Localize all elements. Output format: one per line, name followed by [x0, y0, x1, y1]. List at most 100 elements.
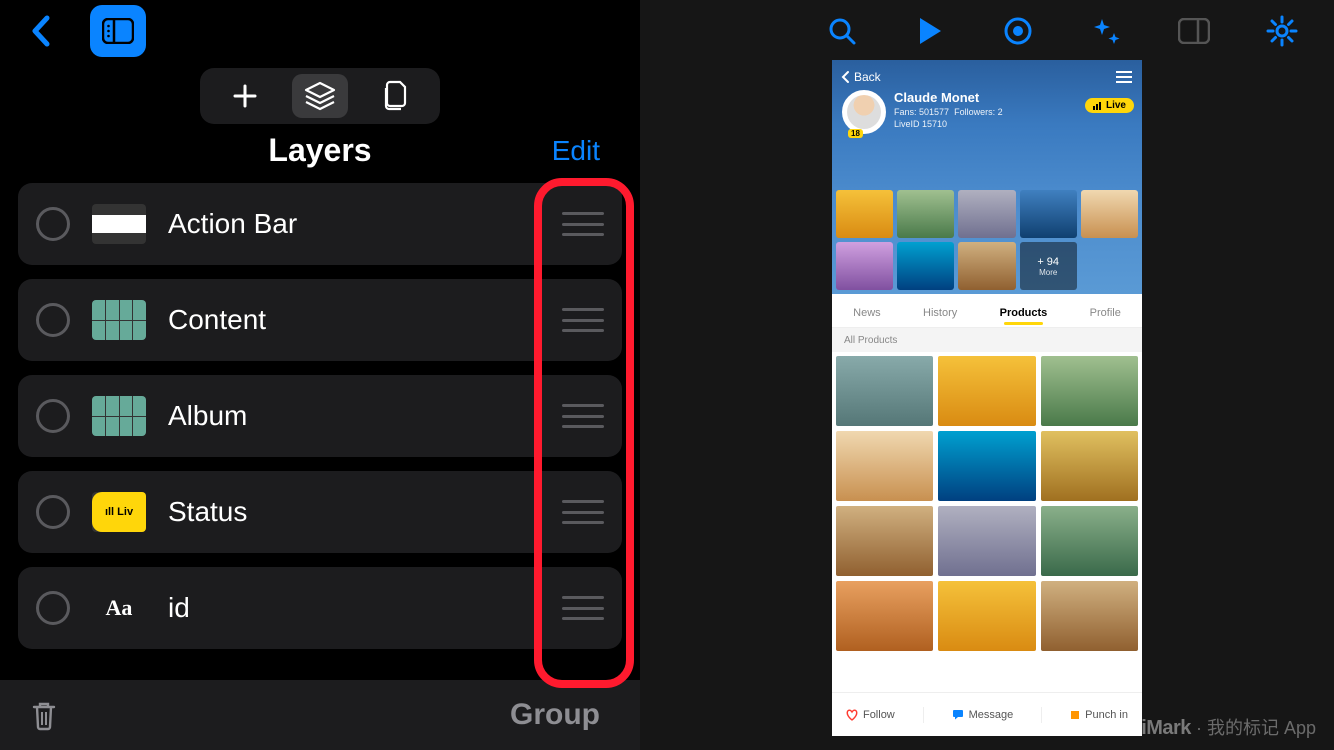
gallery-item[interactable] [1041, 356, 1138, 426]
hero-thumb[interactable] [897, 190, 954, 238]
gallery-item[interactable] [836, 506, 933, 576]
live-badge[interactable]: Live [1085, 98, 1134, 113]
plus-icon [231, 82, 259, 110]
drag-handle-icon[interactable] [562, 596, 604, 620]
profile-liveid: LiveID 15710 [894, 119, 1003, 129]
gallery-item[interactable] [1041, 506, 1138, 576]
profile-info: Claude Monet Fans: 501577 Followers: 2 L… [894, 90, 1003, 134]
layer-row[interactable]: Action Bar [18, 183, 622, 265]
edit-button[interactable]: Edit [552, 135, 600, 167]
preview-hero: + 94 More [832, 190, 1142, 294]
preview-header: Back 18 Claude Monet Fans: 501577 [832, 60, 1142, 190]
layer-name: Status [168, 496, 247, 528]
gallery-item[interactable] [938, 431, 1035, 501]
gallery-item[interactable] [1041, 581, 1138, 651]
hero-thumb[interactable] [1081, 190, 1138, 238]
left-topbar [0, 0, 640, 62]
documents-icon [380, 80, 410, 112]
select-radio[interactable] [36, 207, 70, 241]
gallery-item[interactable] [938, 506, 1035, 576]
layer-list: Action Bar Content Album ıll Liv Status [0, 183, 640, 680]
hero-thumb[interactable] [836, 242, 893, 290]
hero-thumb[interactable] [958, 190, 1015, 238]
layers-mode-button[interactable] [292, 74, 348, 118]
play-icon [917, 16, 943, 46]
hero-thumb[interactable] [1020, 190, 1077, 238]
preview-back-button[interactable]: Back [840, 70, 881, 84]
hero-thumb[interactable] [958, 242, 1015, 290]
sparkle-icon [1090, 15, 1122, 47]
preview-area: Back 18 Claude Monet Fans: 501577 [640, 62, 1334, 750]
separator [923, 707, 924, 723]
tab-products[interactable]: Products [1000, 307, 1048, 319]
group-button[interactable]: Group [510, 698, 600, 732]
preview-back-label: Back [854, 70, 881, 84]
punch-button[interactable]: Punch in [1070, 709, 1128, 721]
phone-preview: Back 18 Claude Monet Fans: 501577 [832, 60, 1142, 736]
tab-news[interactable]: News [853, 307, 881, 319]
play-button[interactable] [912, 13, 948, 49]
panel-right-button[interactable] [1176, 13, 1212, 49]
effects-button[interactable] [1088, 13, 1124, 49]
drag-handle-icon[interactable] [562, 308, 604, 332]
trash-icon [30, 699, 58, 731]
preview-tabs: News History Products Profile [832, 298, 1142, 328]
tab-profile[interactable]: Profile [1090, 307, 1121, 319]
hero-thumb[interactable] [836, 190, 893, 238]
follow-button[interactable]: Follow [846, 709, 895, 721]
delete-button[interactable] [30, 699, 58, 731]
add-mode-button[interactable] [217, 74, 273, 118]
hero-more-button[interactable]: + 94 More [1020, 242, 1077, 290]
gallery-item[interactable] [836, 581, 933, 651]
layer-thumbnail: Aa [92, 588, 146, 628]
preview-panel: Back 18 Claude Monet Fans: 501577 [640, 0, 1334, 750]
bars-icon [1093, 102, 1103, 110]
tab-history[interactable]: History [923, 307, 957, 319]
select-radio[interactable] [36, 495, 70, 529]
preview-nav: Back [832, 60, 1142, 84]
select-radio[interactable] [36, 591, 70, 625]
search-button[interactable] [824, 13, 860, 49]
layer-name: id [168, 592, 190, 624]
drag-handle-icon[interactable] [562, 404, 604, 428]
drag-handle-icon[interactable] [562, 500, 604, 524]
pages-mode-button[interactable] [367, 74, 423, 118]
preview-menu-button[interactable] [1116, 71, 1132, 83]
layer-row[interactable]: Content [18, 279, 622, 361]
layer-name: Album [168, 400, 247, 432]
profile-stats: Fans: 501577 Followers: 2 [894, 107, 1003, 117]
layer-name: Content [168, 304, 266, 336]
chevron-left-icon [840, 70, 850, 84]
settings-button[interactable] [1264, 13, 1300, 49]
preview-footer: Follow Message Punch in [832, 692, 1142, 736]
layer-row[interactable]: Album [18, 375, 622, 457]
gallery-item[interactable] [1041, 431, 1138, 501]
panel-title: Layers [268, 132, 371, 169]
layer-row[interactable]: ıll Liv Status [18, 471, 622, 553]
gallery-item[interactable] [836, 356, 933, 426]
layer-row[interactable]: Aa id [18, 567, 622, 649]
gallery-item[interactable] [938, 356, 1035, 426]
layers-icon [304, 81, 336, 111]
gear-icon [1266, 15, 1298, 47]
gallery-item[interactable] [836, 431, 933, 501]
drag-handle-icon[interactable] [562, 212, 604, 236]
sidebar-right-icon [1178, 18, 1210, 44]
sidebar-icon [102, 18, 134, 44]
gallery-item[interactable] [938, 581, 1035, 651]
panel-toggle-button[interactable] [90, 5, 146, 57]
back-button[interactable] [20, 11, 60, 51]
record-button[interactable] [1000, 13, 1036, 49]
hero-thumb[interactable] [897, 242, 954, 290]
avatar-wrap: 18 [842, 90, 886, 134]
mode-segmented-control [200, 68, 440, 124]
avatar[interactable] [842, 90, 886, 134]
message-button[interactable]: Message [952, 709, 1014, 721]
preview-gallery [832, 352, 1142, 692]
layers-panel: Layers Edit Action Bar Content Album [0, 0, 640, 750]
title-row: Layers Edit [0, 124, 640, 183]
select-radio[interactable] [36, 303, 70, 337]
right-topbar [640, 0, 1334, 62]
select-radio[interactable] [36, 399, 70, 433]
separator [1041, 707, 1042, 723]
